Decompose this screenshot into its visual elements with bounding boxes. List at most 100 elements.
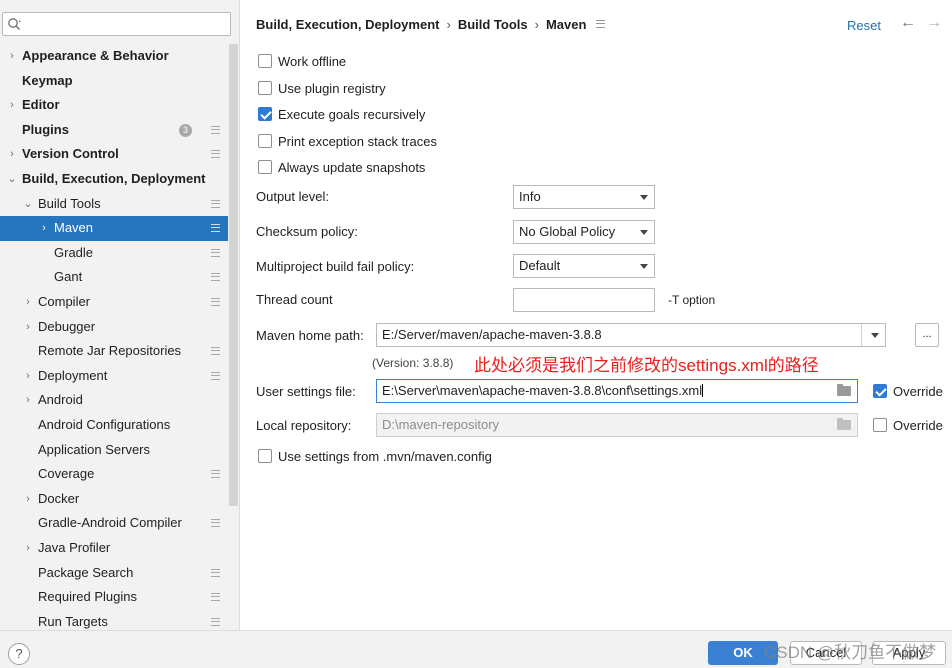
sidebar-item[interactable]: Gant: [0, 265, 228, 290]
sidebar-item[interactable]: › Docker: [0, 487, 228, 512]
sidebar-item[interactable]: ⌄ Build, Execution, Deployment: [0, 167, 228, 192]
project-scope-icon: [211, 224, 220, 233]
forward-arrow-icon[interactable]: →: [926, 14, 942, 32]
sidebar-item[interactable]: Gradle: [0, 241, 228, 266]
reset-link[interactable]: Reset: [847, 18, 881, 33]
sidebar-item[interactable]: › Deployment: [0, 364, 228, 389]
thread-count-label: Thread count: [256, 292, 333, 307]
sidebar-item[interactable]: Application Servers: [0, 438, 228, 463]
dialog-button-bar: ? OK Cancel Apply CSDN @秋刀鱼不做梦: [0, 630, 952, 668]
help-button[interactable]: ?: [8, 643, 30, 665]
sidebar-item[interactable]: ⌄ Build Tools: [0, 192, 228, 217]
mvn-config-checkbox-box[interactable]: [258, 449, 272, 463]
option-label: Use plugin registry: [278, 81, 386, 96]
override-checkbox-box[interactable]: [873, 384, 887, 398]
browse-maven-home-button[interactable]: ...: [915, 323, 939, 347]
red-annotation-text: 此处必须是我们之前修改的settings.xml的路径: [474, 356, 819, 375]
project-scope-icon: [211, 371, 220, 380]
sidebar-item[interactable]: Plugins 3: [0, 118, 228, 143]
maven-settings-panel: Build, Execution, Deployment › Build Tools…: [240, 0, 952, 630]
override-label: Override: [893, 418, 943, 433]
multiproject-fail-policy-select[interactable]: Default: [513, 254, 655, 278]
project-scope-icon: [211, 519, 220, 528]
sidebar-item-label: Deployment: [38, 367, 108, 383]
sidebar-item-label: Coverage: [38, 466, 95, 482]
sidebar-item[interactable]: Coverage: [0, 462, 228, 487]
chevron-down-icon[interactable]: ⌄: [22, 192, 34, 216]
sidebar-item-label: Gant: [54, 269, 83, 285]
sidebar-item[interactable]: Keymap: [0, 69, 228, 94]
checkbox-box[interactable]: [258, 81, 272, 95]
project-scope-icon: [596, 20, 606, 28]
sidebar-item-label: Build Tools: [38, 195, 101, 211]
maven-home-select[interactable]: E:/Server/maven/apache-maven-3.8.8: [376, 323, 886, 347]
sidebar-item[interactable]: Package Search: [0, 561, 228, 586]
sidebar-item-label: Appearance & Behavior: [22, 48, 169, 63]
settings-search-input[interactable]: [2, 12, 231, 36]
chevron-right-icon[interactable]: ›: [6, 44, 18, 68]
sidebar-item[interactable]: › Appearance & Behavior: [0, 44, 228, 69]
chevron-right-icon[interactable]: ›: [22, 388, 34, 412]
sidebar-item-label: Java Profiler: [38, 540, 111, 555]
checkbox-box[interactable]: [258, 54, 272, 68]
mvn-config-label: Use settings from .mvn/maven.config: [278, 449, 492, 464]
chevron-down-icon[interactable]: ⌄: [6, 167, 18, 191]
chevron-right-icon[interactable]: ›: [22, 487, 34, 511]
sidebar-item[interactable]: Run Targets: [0, 610, 228, 630]
sidebar-item-label: Keymap: [22, 72, 73, 88]
sidebar-item[interactable]: › Java Profiler: [0, 536, 228, 561]
output-level-select[interactable]: Info: [513, 185, 655, 209]
sidebar-item-label: Plugins: [22, 121, 69, 137]
user-settings-input[interactable]: E:\Server\maven\apache-maven-3.8.8\conf\…: [376, 379, 858, 403]
user-settings-label: User settings file:: [256, 384, 356, 399]
chevron-right-icon[interactable]: ›: [22, 536, 34, 560]
checksum-policy-select[interactable]: No Global Policy: [513, 220, 655, 244]
chevron-right-icon[interactable]: ›: [22, 315, 34, 339]
project-scope-icon: [211, 125, 220, 134]
sidebar-item[interactable]: › Editor: [0, 93, 228, 118]
checkbox-box[interactable]: [258, 107, 272, 121]
thread-count-hint: -T option: [668, 293, 716, 307]
sidebar-item[interactable]: › Debugger: [0, 315, 228, 340]
chevron-down-icon: [640, 195, 648, 200]
text-cursor: [702, 384, 704, 397]
back-arrow-icon[interactable]: ←: [900, 14, 916, 32]
breadcrumb-item[interactable]: Build Tools: [458, 17, 528, 32]
sidebar-item-label: Remote Jar Repositories: [38, 343, 182, 359]
sidebar-item[interactable]: Remote Jar Repositories: [0, 339, 228, 364]
sidebar-scrollbar[interactable]: [229, 44, 238, 506]
sidebar-item[interactable]: › Version Control: [0, 142, 228, 167]
chevron-right-icon[interactable]: ›: [6, 142, 18, 166]
project-scope-icon: [211, 199, 220, 208]
sidebar-item[interactable]: › Compiler: [0, 290, 228, 315]
breadcrumb-separator: ›: [534, 17, 539, 32]
project-scope-icon: [211, 248, 220, 257]
sidebar-item[interactable]: › Android: [0, 388, 228, 413]
chevron-right-icon[interactable]: ›: [6, 93, 18, 117]
chevron-right-icon[interactable]: ›: [22, 290, 34, 314]
sidebar-item[interactable]: › Maven: [0, 216, 228, 241]
checksum-policy-label: Checksum policy:: [256, 224, 358, 239]
browse-button-label: ...: [922, 328, 932, 340]
sidebar-item[interactable]: Android Configurations: [0, 413, 228, 438]
sidebar-item[interactable]: Gradle-Android Compiler: [0, 511, 228, 536]
checkbox-box[interactable]: [258, 134, 272, 148]
maven-home-value: E:/Server/maven/apache-maven-3.8.8: [382, 327, 602, 342]
chevron-right-icon[interactable]: ›: [22, 364, 34, 388]
project-scope-icon: [211, 298, 220, 306]
folder-icon[interactable]: [837, 384, 851, 396]
override-checkbox-box[interactable]: [873, 418, 887, 432]
sidebar-item-label: Run Targets: [38, 613, 108, 629]
sidebar-item-label: Android Configurations: [38, 417, 171, 432]
user-settings-value: E:\Server\maven\apache-maven-3.8.8\conf\…: [382, 383, 703, 398]
breadcrumb-item[interactable]: Build, Execution, Deployment: [256, 17, 439, 32]
checkbox-box[interactable]: [258, 160, 272, 174]
sidebar-item[interactable]: Required Plugins: [0, 585, 228, 610]
option-label: Work offline: [278, 54, 347, 69]
project-scope-icon: [211, 273, 220, 282]
thread-count-input[interactable]: [513, 288, 655, 312]
sidebar-item-label: Gradle: [54, 244, 94, 260]
chevron-right-icon[interactable]: ›: [38, 216, 50, 240]
sidebar-item-label: Maven: [54, 220, 94, 236]
help-icon: ?: [15, 646, 23, 661]
